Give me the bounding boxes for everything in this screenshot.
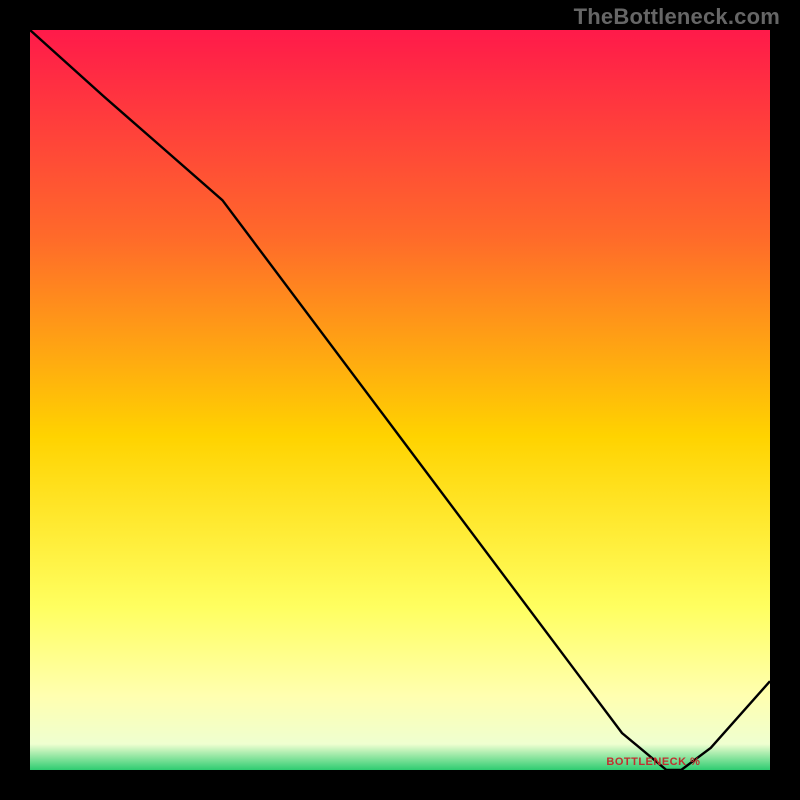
chart-container: TheBottleneck.com BOTTLENECK %	[0, 0, 800, 800]
watermark-text: TheBottleneck.com	[574, 4, 780, 30]
band-label: BOTTLENECK %	[606, 756, 700, 768]
gradient-bg	[30, 30, 770, 770]
bottleneck-chart	[30, 30, 770, 770]
